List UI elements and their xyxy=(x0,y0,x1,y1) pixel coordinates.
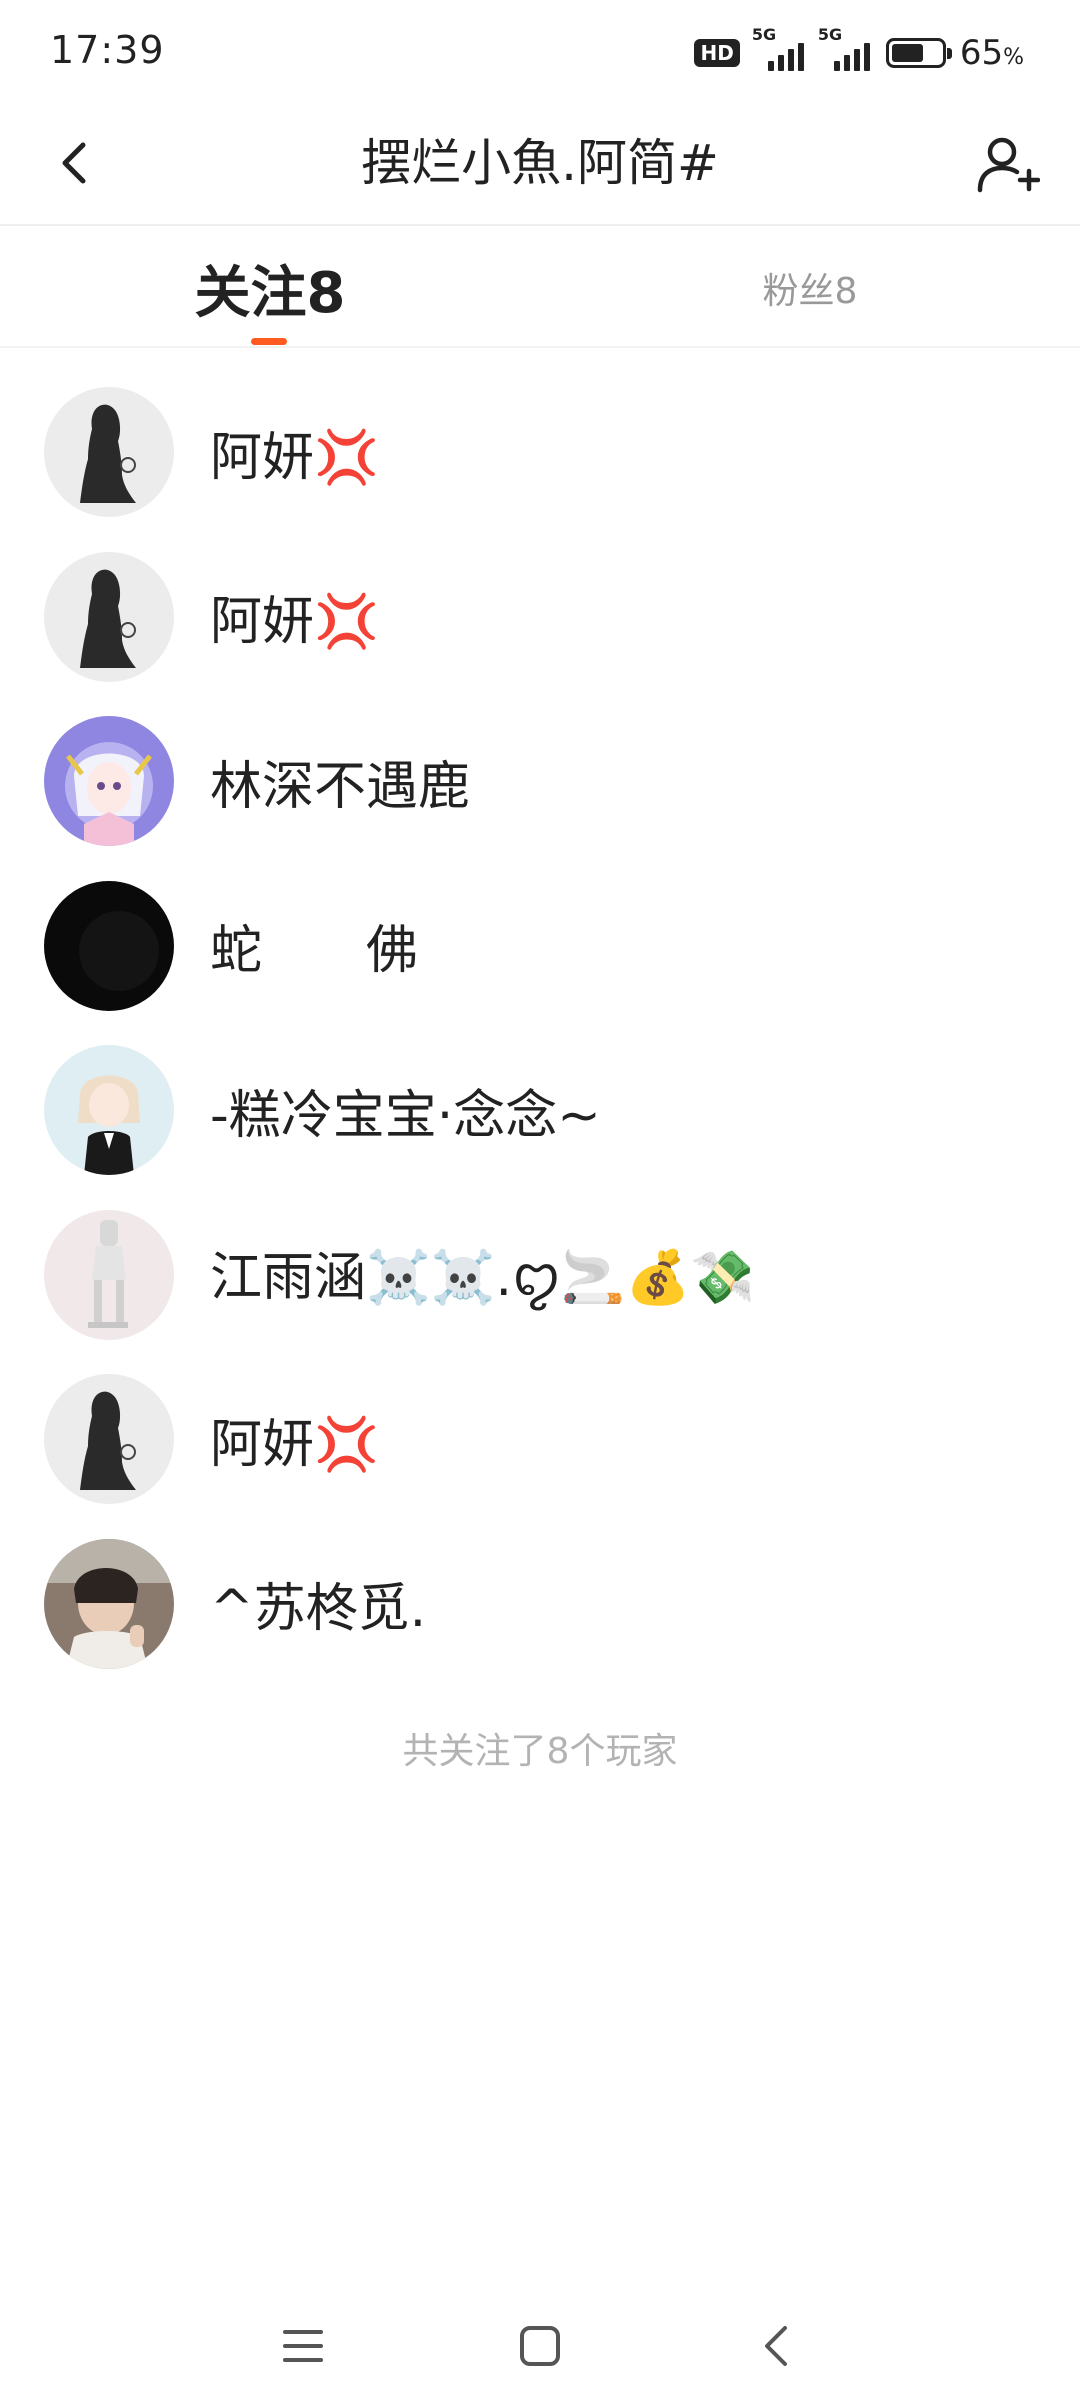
system-nav-bar xyxy=(0,2286,1080,2400)
list-item[interactable]: 阿妍💢 xyxy=(0,1357,1080,1522)
page-title: 摆烂小魚.阿简# xyxy=(361,134,719,192)
list-item[interactable]: 阿妍💢 xyxy=(0,535,1080,700)
user-name: ^苏柊觅. xyxy=(210,1579,427,1640)
list-item[interactable]: -糕冷宝宝·念念~ xyxy=(0,1028,1080,1193)
user-name: 蛇 佛 xyxy=(210,921,419,982)
home-button[interactable] xyxy=(500,2306,580,2386)
silhouette-avatar[interactable] xyxy=(44,551,174,682)
list-item[interactable]: 林深不遇鹿 xyxy=(0,699,1080,864)
black-avatar[interactable] xyxy=(44,880,174,1011)
following-count-note: 共关注了8个玩家 xyxy=(402,1731,678,1772)
menu-button[interactable] xyxy=(263,2306,343,2386)
menu-icon xyxy=(283,2330,323,2362)
battery-level xyxy=(891,44,924,62)
list-item[interactable]: ^苏柊觅. xyxy=(0,1522,1080,1687)
anime-girl-avatar[interactable] xyxy=(44,716,174,847)
user-name: 阿妍💢 xyxy=(210,1414,379,1475)
tab-following-label: 关注8 xyxy=(194,260,346,326)
active-tab-indicator xyxy=(251,338,287,345)
user-name: 阿妍💢 xyxy=(210,592,379,653)
hd-badge: HD xyxy=(694,39,740,67)
figurine-avatar[interactable] xyxy=(44,1209,174,1340)
nav-back-button[interactable] xyxy=(736,2306,816,2386)
add-user-button[interactable] xyxy=(970,126,1046,202)
silhouette-avatar[interactable] xyxy=(44,387,174,518)
signal-label: 5G xyxy=(817,25,843,44)
tab-following[interactable]: 关注8 xyxy=(0,228,540,348)
list-item[interactable]: 蛇 佛 xyxy=(0,864,1080,1029)
battery-icon xyxy=(885,38,952,68)
add-user-icon xyxy=(977,137,1040,193)
list-item[interactable]: 江雨涵☠️☠️.ꨄ🚬💰💸 xyxy=(0,1193,1080,1358)
photo-avatar[interactable] xyxy=(44,1538,174,1669)
anime-suit-avatar[interactable] xyxy=(44,1045,174,1176)
silhouette-avatar[interactable] xyxy=(44,1374,174,1505)
status-bar: 17:39 HD 5G 5G 65% xyxy=(0,0,1080,100)
back-triangle-icon xyxy=(765,2326,787,2366)
tab-fans[interactable]: 粉丝8 xyxy=(540,228,1080,348)
home-square-icon xyxy=(520,2326,560,2366)
tab-fans-label: 粉丝8 xyxy=(762,271,858,312)
signal-icon: 5G xyxy=(752,25,806,71)
user-name: 阿妍💢 xyxy=(210,427,379,488)
status-time: 17:39 xyxy=(50,28,165,72)
following-list: 阿妍💢 阿妍💢 林深不遇鹿 蛇 佛 -糕冷宝宝·念念~ 江雨涵☠️☠️.ꨄ🚬💰💸… xyxy=(0,370,1080,1686)
user-name: 林深不遇鹿 xyxy=(210,756,471,817)
app-header: 摆烂小魚.阿简# xyxy=(0,100,1080,226)
battery-text: 65% xyxy=(959,33,1024,73)
tab-bar: 关注8 粉丝8 xyxy=(0,228,1080,348)
user-name: 江雨涵☠️☠️.ꨄ🚬💰💸 xyxy=(210,1248,756,1309)
status-icons: HD 5G 5G 65% xyxy=(694,25,1024,76)
signal-icon: 5G xyxy=(818,25,872,71)
list-item[interactable]: 阿妍💢 xyxy=(0,370,1080,535)
signal-label: 5G xyxy=(751,25,777,44)
user-name: -糕冷宝宝·念念~ xyxy=(210,1085,601,1146)
